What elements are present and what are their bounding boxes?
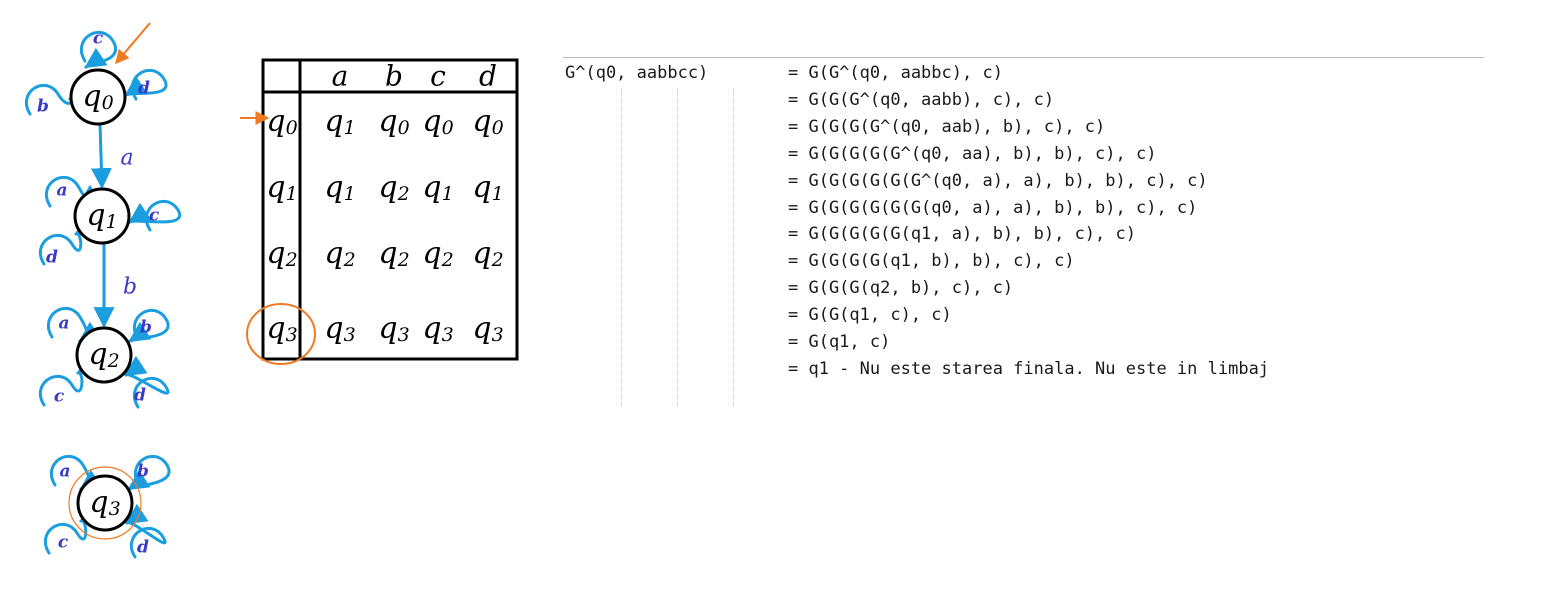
initial-state-arrow <box>115 22 151 65</box>
indent-guide <box>621 88 622 406</box>
column-header-b: b <box>385 60 403 93</box>
transition-table: abcd q0 q1 q0 q0 q0q1 q1 q2 q1 q1q2 q2 q2 q2 q2q3 q3 q… <box>240 58 519 365</box>
derivation-line: = q1 - Nu este starea finala. Nu este in… <box>788 358 1270 379</box>
row-state-q3: q3 <box>266 311 297 346</box>
table-cell: q3 <box>422 311 453 346</box>
derivation-line: = G(G(G(G(G^(q0, aa), b), b), c), c) <box>788 143 1157 164</box>
table-cell: q1 <box>472 170 503 205</box>
loop-label-q3-d: d <box>137 538 149 558</box>
table-headers: a bcd <box>332 60 497 93</box>
table-cell: q2 <box>378 170 409 205</box>
table-cell: q2 <box>422 236 453 271</box>
transition-label-q1-q2: b <box>123 275 137 300</box>
loop-label-q0-d: d <box>138 79 150 99</box>
loop-label-q3-c: c <box>58 533 69 553</box>
row-state-q2: q2 <box>266 236 297 271</box>
derivation-line: = G(G(q1, c), c) <box>788 305 952 326</box>
row-state-q0: q0 <box>266 104 297 139</box>
loop-label-q2-a: a <box>58 314 69 334</box>
loop-label-q2-d: d <box>134 386 146 406</box>
indent-guide <box>733 88 734 406</box>
derivation-line: = G(G(G(G(q1, b), b), c), c) <box>788 251 1075 272</box>
table-body: q0 q1 q0 q0 q0 q1 q1 q2 q1 q1 q2 q2 q2 q2 q2 q3 q3 q3 q3 q3 <box>240 104 504 365</box>
transition-label-q0-q1: a <box>120 146 133 171</box>
table-cell: q1 <box>422 170 453 205</box>
column-header-a: a <box>332 60 349 93</box>
table-cell: q0 <box>422 104 453 139</box>
table-cell: q0 <box>472 104 503 139</box>
table-cell: q1 <box>324 170 355 205</box>
column-header-d: d <box>479 60 497 93</box>
derivation-line: = G(G(G(q2, b), c), c) <box>788 278 1014 299</box>
loop-label-q1-c: c <box>149 206 160 226</box>
loop-label-q0-b: b <box>37 97 49 117</box>
self-loop-q2-d <box>124 355 170 409</box>
derivation-lhs: G^(q0, aabbcc) <box>565 63 709 83</box>
derivation-line: = G(G(G^(q0, aabb), c), c) <box>788 89 1055 110</box>
table-cell: q2 <box>324 236 355 271</box>
row-state-q1: q1 <box>266 170 297 205</box>
table-cell: q0 <box>378 104 409 139</box>
derivation-line: = G(G(G(G(G(q1, a), b), b), c), c) <box>788 224 1136 245</box>
table-cell: q2 <box>472 236 503 271</box>
indent-guide <box>677 88 678 406</box>
automaton-diagram: cbdacda bc da bc d ab q0q1q2q3 <box>24 22 182 559</box>
column-header-c: c <box>430 60 446 93</box>
table-cell: q3 <box>324 311 355 346</box>
self-loop-q0-b <box>24 79 92 116</box>
loop-label-q2-c: c <box>54 387 65 407</box>
table-cell: q3 <box>472 311 503 346</box>
loop-label-q1-a: a <box>56 181 67 201</box>
loop-label-q1-d: d <box>46 248 58 268</box>
derivation-line: = G(G(G(G(G(G^(q0, a), a), b), b), c), c… <box>788 170 1208 191</box>
derivation-line: = G(G(G(G^(q0, aab), b), c), c) <box>788 116 1106 137</box>
transition-q0-q1 <box>90 123 112 190</box>
derivation-line: = G(G(G(G(G(G(q0, a), a), b), b), c), c) <box>788 197 1198 218</box>
derivation-line: = G(G^(q0, aabbc), c) <box>788 63 1003 83</box>
loop-label-q3-b: b <box>137 462 149 482</box>
loop-label-q2-b: b <box>140 318 152 338</box>
loop-label-q3-a: a <box>59 462 70 482</box>
derivation-line: = G(q1, c) <box>788 332 891 352</box>
derivation-pane: G^(q0, aabbcc) = G(G^(q0, aabbc), c) = G(… <box>563 57 1484 406</box>
table-cell: q3 <box>378 311 409 346</box>
table-cell: q1 <box>324 104 355 139</box>
loop-label-q0-c: c <box>93 29 104 49</box>
table-cell: q2 <box>378 236 409 271</box>
